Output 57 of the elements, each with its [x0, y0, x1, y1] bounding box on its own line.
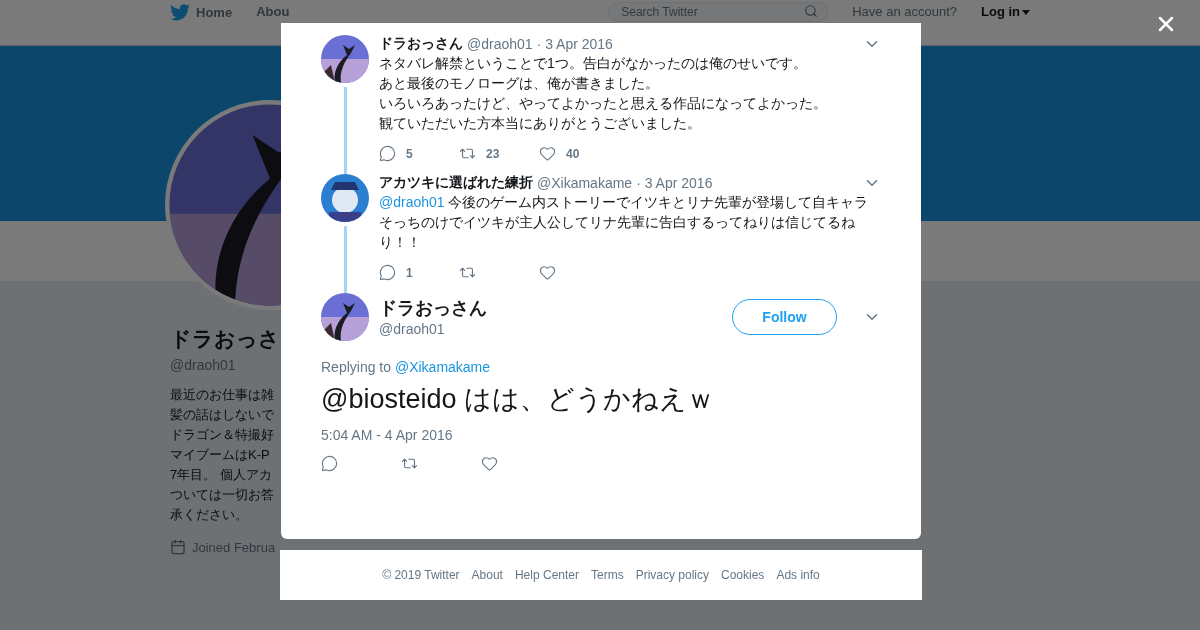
action-count: 23 — [486, 146, 500, 161]
bio-line: 7年目。 個人アカ — [170, 466, 272, 484]
joined-date: Joined Februa — [192, 539, 276, 555]
tweet-text: @biosteido はは、どうかねえｗ — [321, 383, 715, 416]
action-count: 5 — [406, 146, 413, 161]
tweet-text-line: @draoh01 今後のゲーム内ストーリーでイツキとリナ先輩が登場して自キャラ — [379, 193, 870, 212]
follow-button[interactable]: Follow — [732, 299, 837, 335]
nav-link[interactable]: Home — [196, 5, 233, 20]
footer-link[interactable]: Terms — [591, 568, 624, 582]
author-handle[interactable]: @draoh01 — [467, 36, 533, 52]
like-icon[interactable] — [481, 455, 498, 472]
search-field[interactable]: Search Twitter — [608, 2, 829, 22]
author-handle[interactable]: @Xikamakame — [537, 175, 633, 191]
author-name[interactable]: ドラおっさん — [379, 35, 463, 53]
footer-link[interactable]: © 2019 Twitter — [382, 568, 460, 582]
footer-link[interactable]: Ads info — [776, 568, 820, 582]
action-count: 40 — [566, 146, 580, 161]
profile-handle: @draoh01 — [170, 357, 236, 373]
tweet-timestamp: 5:04 AM - 4 Apr 2016 — [321, 427, 454, 443]
bio-line: ついては一切お答 — [170, 486, 274, 504]
bio-line: 最近のお仕事は雑 — [170, 386, 274, 404]
bio-line: ドラゴン＆特撮好 — [170, 426, 274, 444]
login-link[interactable]: Log in — [981, 4, 1020, 19]
bio-line: 髪の話はしないで — [170, 406, 274, 424]
replying-to: Replying to @Xikamakame — [321, 359, 492, 375]
thread-line — [343, 226, 347, 293]
tweet-text-line: あと最後のモノローグは、俺が書きました。 — [379, 74, 660, 93]
tweet-text-line: り！！ — [379, 233, 422, 252]
footer-link[interactable]: Privacy policy — [635, 568, 709, 582]
reply-icon[interactable] — [321, 455, 338, 472]
calendar-icon — [170, 539, 186, 555]
tweet-date[interactable]: · 3 Apr 2016 — [536, 36, 613, 52]
mention-link[interactable]: @Xikamakame — [394, 359, 491, 375]
tweet-text-line: 観ていただいた方本当にありがとうございました。 — [379, 114, 702, 133]
reply-icon[interactable] — [379, 264, 396, 281]
tweet-text-line: ネタバレ解禁ということで1つ。告白がなかったのは俺のせいです。 — [379, 54, 808, 73]
nav-link[interactable]: Abou — [256, 4, 290, 19]
tweet-text-line: いろいろあったけど、やってよかったと思える作品になってよかった。 — [379, 94, 828, 113]
author-handle[interactable]: @draoh01 — [379, 321, 445, 337]
like-icon[interactable] — [539, 145, 556, 162]
reply-icon[interactable] — [379, 145, 396, 162]
action-count: 1 — [406, 265, 413, 280]
search-icon[interactable] — [804, 4, 819, 18]
tweet-date[interactable]: · 3 Apr 2016 — [636, 175, 713, 191]
footer-link[interactable]: Help Center — [514, 568, 579, 582]
bio-line: マイブームはK-P — [170, 446, 270, 464]
footer-link[interactable]: Cookies — [721, 568, 765, 582]
author-name[interactable]: アカツキに選ばれた練折 — [379, 174, 533, 192]
author-name[interactable]: ドラおっさん — [379, 296, 487, 320]
like-icon[interactable] — [539, 264, 556, 281]
account-prompt: Have an account? — [852, 4, 957, 19]
profile-name: ドラおっさ — [170, 326, 280, 352]
footer-link[interactable]: About — [471, 568, 503, 582]
mention-link[interactable]: @draoh01 — [379, 194, 445, 210]
caret-icon[interactable] — [1022, 10, 1030, 15]
tweet-text-line: そっちのけでイツキが主人公してリナ先輩に告白するってねりは信じてるね — [379, 213, 856, 232]
bio-line: 承ください。 — [170, 506, 248, 524]
